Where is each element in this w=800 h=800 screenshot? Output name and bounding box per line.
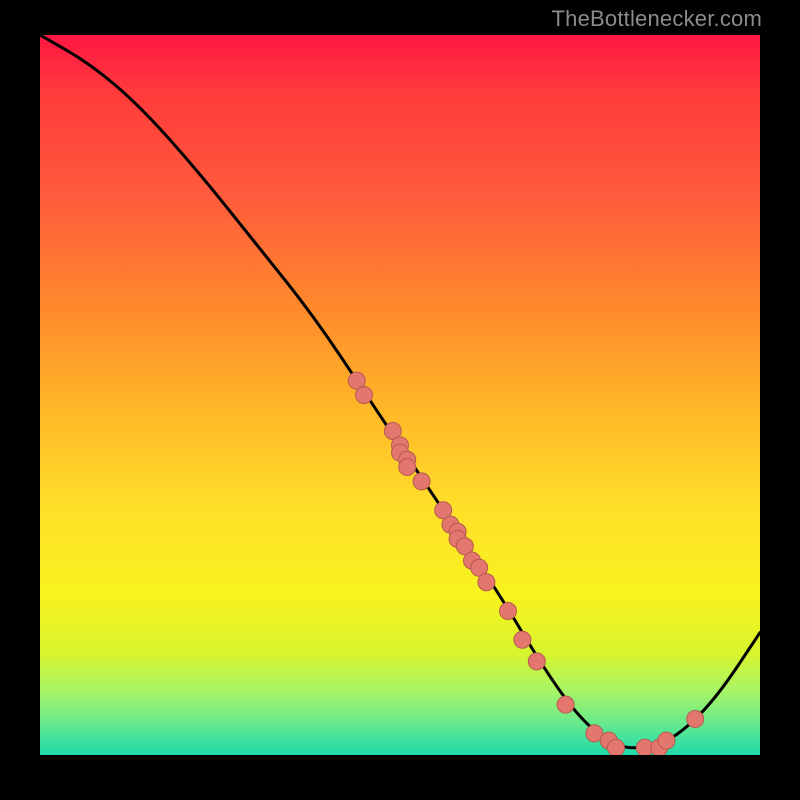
watermark-label: TheBottlenecker.com bbox=[552, 6, 762, 32]
chart-container: TheBottlenecker.com bbox=[0, 0, 800, 800]
plot-background bbox=[40, 35, 760, 755]
